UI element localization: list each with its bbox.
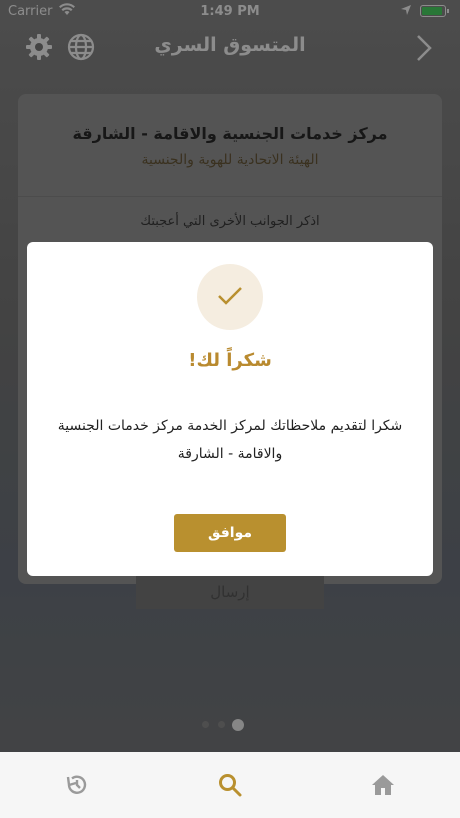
checkmark-icon — [218, 287, 242, 305]
search-icon[interactable] — [217, 772, 243, 798]
dialog-message: شكرا لتقديم ملاحظاتك لمركز الخدمة مركز خ… — [57, 418, 403, 462]
tab-bar — [0, 752, 460, 818]
thank-you-dialog: شكراً لك! شكرا لتقديم ملاحظاتك لمركز الخ… — [27, 242, 433, 576]
success-badge — [197, 264, 263, 330]
dialog-title: شكراً لك! — [188, 350, 272, 371]
home-icon[interactable] — [370, 772, 396, 798]
ok-button[interactable]: موافق — [174, 514, 286, 552]
history-icon[interactable] — [64, 772, 90, 798]
